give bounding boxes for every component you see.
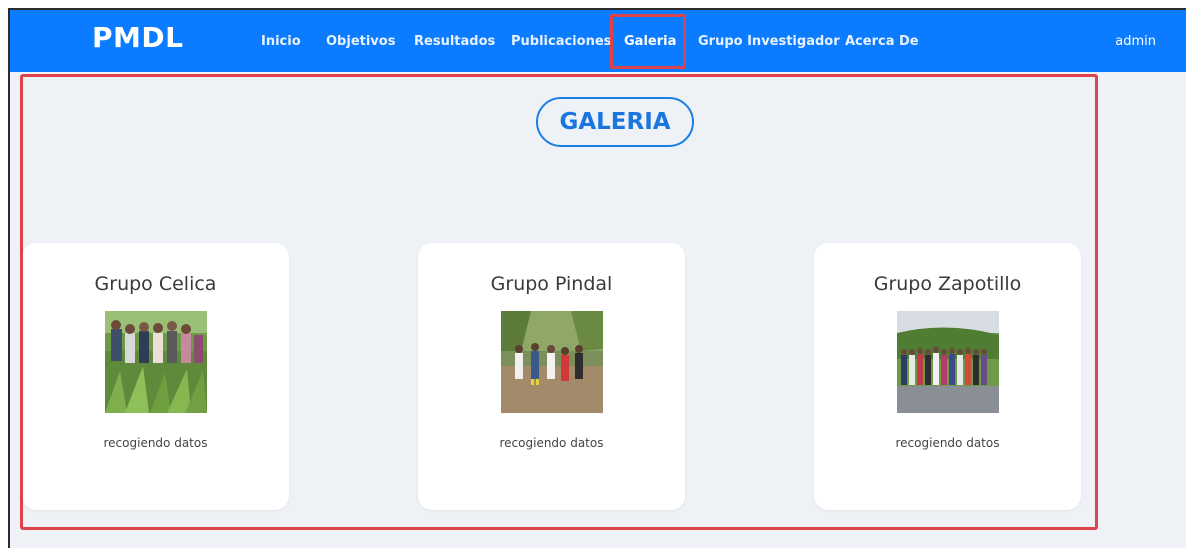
right-gutter — [1100, 72, 1186, 548]
highlight-box-gallery — [20, 74, 1098, 530]
brand-logo[interactable]: PMDL — [92, 21, 183, 54]
highlight-box-nav — [610, 14, 686, 69]
nav-item-inicio[interactable]: Inicio — [261, 34, 301, 49]
nav-item-publicaciones[interactable]: Publicaciones — [511, 34, 611, 49]
user-menu[interactable]: admin — [1115, 34, 1156, 49]
nav-item-acerca-de[interactable]: Acerca De — [845, 34, 919, 49]
nav-item-objetivos[interactable]: Objetivos — [326, 34, 395, 49]
top-navbar: PMDL Inicio Objetivos Resultados Publica… — [10, 10, 1186, 72]
nav-item-resultados[interactable]: Resultados — [414, 34, 495, 49]
nav-item-grupo-investigador[interactable]: Grupo Investigador — [698, 34, 840, 49]
